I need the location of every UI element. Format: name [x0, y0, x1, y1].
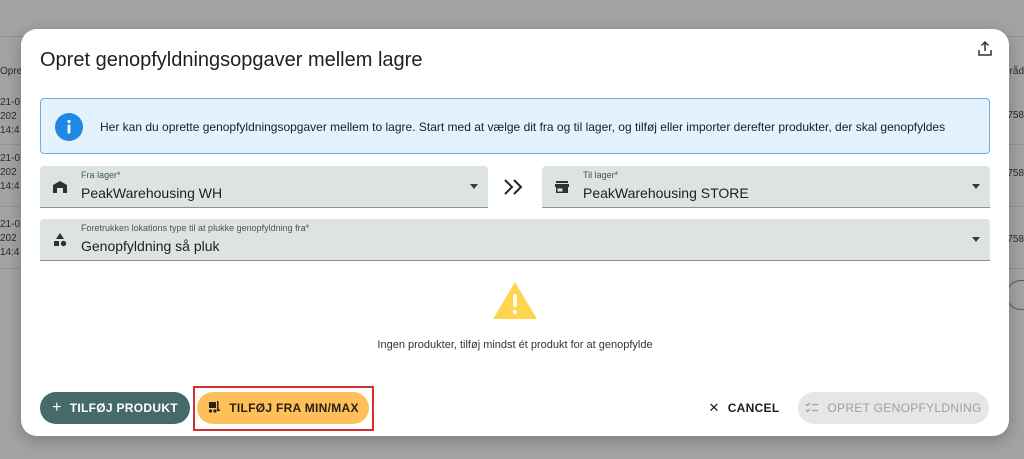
- dialog-title: Opret genopfyldningsopgaver mellem lagre: [40, 49, 423, 71]
- to-warehouse-label: Til lager*: [583, 170, 619, 180]
- add-product-label: TILFØJ PRODUKT: [69, 401, 178, 415]
- from-warehouse-label: Fra lager*: [81, 170, 121, 180]
- plus-icon: +: [52, 399, 62, 416]
- create-replenishment-button[interactable]: OPRET GENOPFYLDNING: [798, 392, 989, 424]
- store-icon: [553, 178, 571, 196]
- location-type-label: Foretrukken lokations type til at plukke…: [81, 223, 310, 233]
- background-column-header: Opre: [0, 66, 23, 77]
- warehouse-icon: [51, 178, 69, 196]
- location-type-value: Genopfyldning så pluk: [81, 238, 220, 254]
- info-text: Her kan du oprette genopfyldningsopgaver…: [100, 120, 946, 134]
- background-cell: 21-0 202 14:4: [0, 153, 21, 192]
- background-cell: 758: [1007, 234, 1024, 245]
- to-warehouse-value: PeakWarehousing STORE: [583, 185, 749, 201]
- chevron-down-icon: [972, 237, 980, 242]
- background-row-divider: [1008, 144, 1024, 145]
- background-column-header: råd: [1009, 66, 1024, 77]
- empty-state-text: Ingen produkter, tilføj mindst ét produk…: [377, 339, 653, 351]
- checklist-icon: [805, 401, 819, 416]
- background-cell: 758: [1007, 168, 1024, 179]
- upload-icon[interactable]: [975, 39, 995, 59]
- background-cell: 21-0 202 14:4: [0, 219, 21, 258]
- info-banner: Her kan du oprette genopfyldningsopgaver…: [40, 98, 990, 154]
- background-row-divider: [1008, 268, 1024, 269]
- background-row-divider: [0, 144, 22, 145]
- chevron-down-icon: [470, 184, 478, 189]
- to-warehouse-select[interactable]: Til lager* PeakWarehousing STORE: [542, 166, 990, 208]
- location-type-select[interactable]: Foretrukken lokations type til at plukke…: [40, 219, 990, 261]
- background-right-column: råd 758 758 758: [1007, 0, 1024, 459]
- from-warehouse-select[interactable]: Fra lager* PeakWarehousing WH: [40, 166, 488, 208]
- replenishment-dialog: Opret genopfyldningsopgaver mellem lagre…: [21, 29, 1009, 436]
- from-warehouse-value: PeakWarehousing WH: [81, 185, 223, 201]
- chevron-down-icon: [972, 184, 980, 189]
- background-cell: 758: [1007, 110, 1024, 121]
- info-icon: [55, 113, 83, 141]
- warning-icon: [491, 279, 539, 321]
- background-left-column: Opre 21-0 202 14:4 21-0 202 14:4 21-0 202 14:4: [0, 0, 22, 459]
- add-from-minmax-button[interactable]: TILFØJ FRA MIN/MAX: [197, 392, 369, 424]
- forklift-icon: [207, 400, 221, 417]
- cancel-button[interactable]: ✕ CANCEL: [704, 392, 784, 424]
- close-icon: ✕: [708, 400, 720, 415]
- double-arrow-icon: [501, 175, 527, 199]
- background-row-divider: [0, 268, 22, 269]
- background-cell: 21-0 202 14:4: [0, 97, 21, 136]
- add-from-minmax-label: TILFØJ FRA MIN/MAX: [229, 401, 359, 415]
- add-product-button[interactable]: + TILFØJ PRODUKT: [40, 392, 190, 424]
- background-row-divider: [1008, 206, 1024, 207]
- cancel-label: CANCEL: [727, 401, 780, 415]
- category-icon: [51, 231, 69, 249]
- background-row-divider: [0, 206, 22, 207]
- create-replenishment-label: OPRET GENOPFYLDNING: [827, 401, 982, 415]
